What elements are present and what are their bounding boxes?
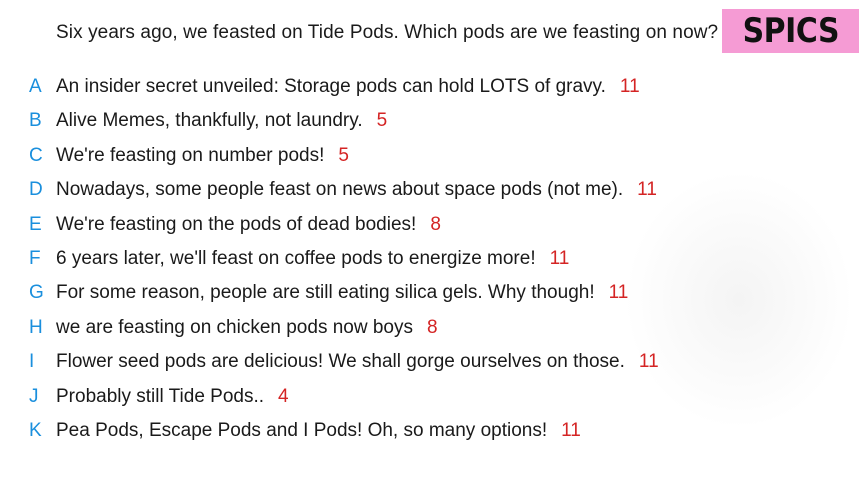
answer-text: Pea Pods, Escape Pods and I Pods! Oh, so… — [56, 419, 581, 441]
answer-row-k[interactable]: K Pea Pods, Escape Pods and I Pods! Oh, … — [0, 414, 864, 448]
logo-text: SPICS — [742, 11, 839, 51]
answer-letter: G — [29, 282, 44, 304]
answer-text: Alive Memes, thankfully, not laundry. 5 — [56, 110, 388, 132]
answer-score: 8 — [427, 316, 438, 338]
answer-score: 11 — [561, 419, 581, 441]
answer-letter: H — [29, 316, 43, 338]
answer-letter: B — [29, 110, 42, 132]
answer-letter: I — [29, 351, 35, 373]
answer-row-i[interactable]: I Flower seed pods are delicious! We sha… — [0, 345, 864, 379]
answer-row-j[interactable]: J Probably still Tide Pods.. 4 — [0, 380, 864, 414]
answer-list: A An insider secret unveiled: Storage po… — [0, 70, 864, 448]
spics-logo: SPICS — [722, 9, 859, 53]
answer-text: 6 years later, we'll feast on coffee pod… — [56, 247, 570, 269]
answer-score: 8 — [430, 213, 441, 235]
answer-score: 11 — [549, 247, 570, 269]
answer-text: Probably still Tide Pods.. 4 — [56, 385, 289, 407]
answer-row-c[interactable]: C We're feasting on number pods! 5 — [0, 139, 864, 173]
answer-letter: F — [29, 247, 41, 269]
answer-row-h[interactable]: H we are feasting on chicken pods now bo… — [0, 311, 864, 345]
question-prompt: Six years ago, we feasted on Tide Pods. … — [56, 22, 719, 43]
answer-row-e[interactable]: E We're feasting on the pods of dead bod… — [0, 208, 864, 242]
answer-letter: K — [29, 419, 42, 441]
answer-text: We're feasting on the pods of dead bodie… — [56, 213, 441, 235]
answer-score: 11 — [619, 76, 640, 97]
answer-score: 5 — [338, 144, 349, 166]
answer-letter: C — [29, 144, 43, 166]
answer-score: 11 — [638, 351, 659, 373]
answer-row-g[interactable]: G For some reason, people are still eati… — [0, 276, 864, 310]
answer-letter: D — [29, 179, 43, 201]
answer-text: We're feasting on number pods! 5 — [56, 144, 349, 166]
answer-score: 11 — [608, 282, 629, 304]
answer-row-f[interactable]: F 6 years later, we'll feast on coffee p… — [0, 242, 864, 276]
answer-row-b[interactable]: B Alive Memes, thankfully, not laundry. 5 — [0, 104, 864, 138]
answer-score: 11 — [637, 179, 657, 201]
answer-score: 4 — [278, 385, 289, 407]
answer-text: we are feasting on chicken pods now boys… — [56, 316, 438, 338]
answer-row-d[interactable]: D Nowadays, some people feast on news ab… — [0, 173, 864, 207]
answer-letter: E — [29, 213, 42, 235]
answer-text: For some reason, people are still eating… — [56, 282, 629, 304]
answer-text: Flower seed pods are delicious! We shall… — [56, 351, 659, 373]
answer-text: Nowadays, some people feast on news abou… — [56, 179, 657, 201]
answer-letter: A — [29, 76, 42, 97]
answer-text: An insider secret unveiled: Storage pods… — [56, 76, 640, 97]
answer-row-a[interactable]: A An insider secret unveiled: Storage po… — [0, 70, 864, 104]
answer-letter: J — [29, 385, 39, 407]
answer-score: 5 — [376, 110, 388, 132]
